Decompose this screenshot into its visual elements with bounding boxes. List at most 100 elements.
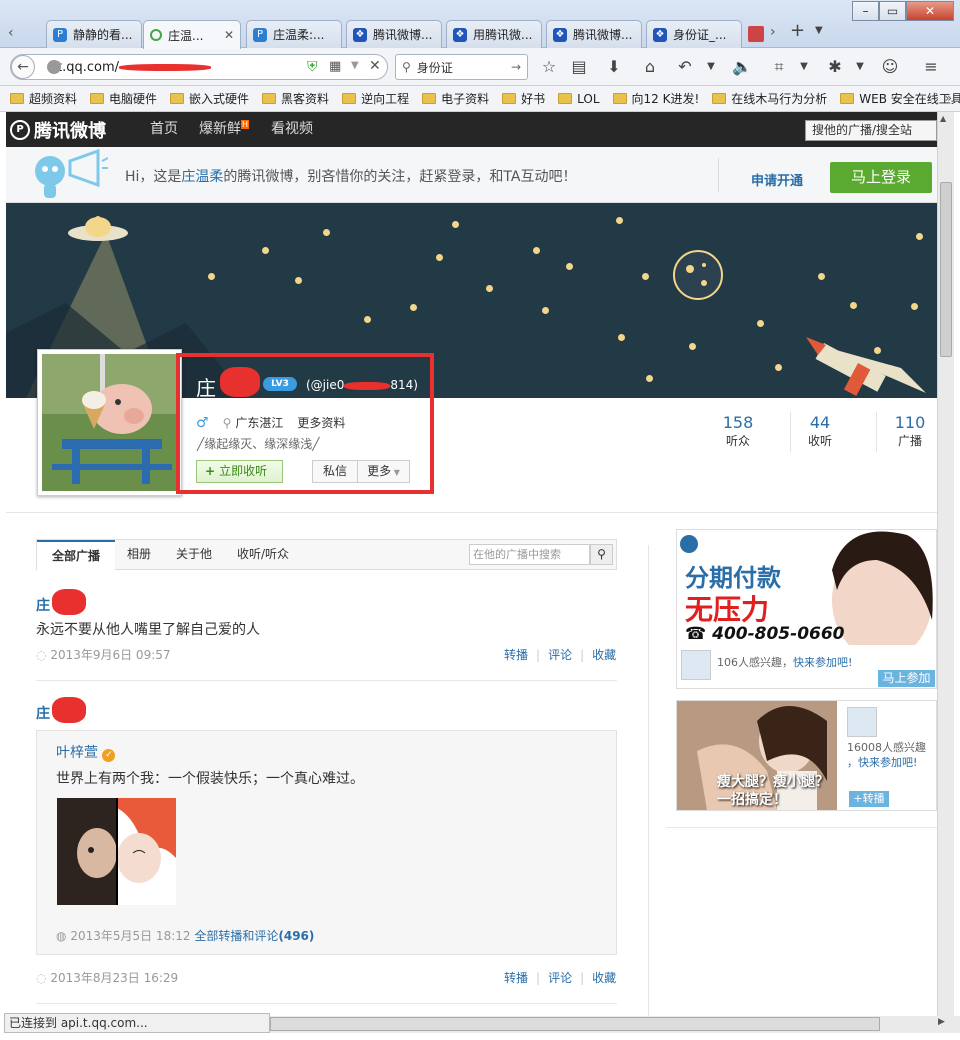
menu-icon[interactable]: ≡ [920,56,942,78]
scrollbar-thumb[interactable] [270,1017,880,1031]
bug-icon[interactable]: ✱ [824,56,846,78]
vertical-scrollbar[interactable]: ▲ [937,112,954,1017]
scroll-up-icon[interactable]: ▲ [940,114,946,123]
bookmark-folder[interactable]: 嵌入式硬件 [170,90,249,107]
tab-5[interactable]: ❖ 用腾讯微... [446,20,542,48]
promo-user-link[interactable]: 庄温柔 [181,169,223,185]
bookmark-star-icon[interactable]: ☆ [538,56,560,78]
repost-button[interactable]: +转播 [849,791,889,807]
comment-link[interactable]: 评论 [548,971,572,985]
minimize-button[interactable]: – [852,1,879,21]
bookmark-folder[interactable]: 黑客资料 [262,90,329,107]
shield-icon[interactable]: ⛨ [307,59,318,75]
tab-7[interactable]: ❖ 身份证_... [646,20,742,48]
tab-all-posts[interactable]: 全部广播 [37,540,115,570]
bookmark-folder[interactable]: 在线木马行为分析 [712,90,827,107]
tab-scroll-right-icon[interactable]: › [770,24,776,40]
dropdown-icon[interactable]: ▼ [351,60,359,71]
favorite-link[interactable]: 收藏 [592,971,616,985]
site-logo[interactable]: P 腾讯微博 [10,118,106,142]
crop-dropdown-icon[interactable]: ▼ [793,56,815,78]
bookmark-folder[interactable]: 电脑硬件 [90,90,157,107]
ad-cta-link[interactable]: ，快来参加吧! [847,754,917,770]
back-arrow-icon[interactable]: ← [11,55,35,79]
search-input[interactable]: 身份证 [417,59,453,76]
tab-about[interactable]: 关于他 [176,540,212,569]
comment-link[interactable]: 评论 [548,648,572,662]
tab-list-icon[interactable]: ▼ [815,25,823,36]
stat-listeners[interactable]: 158 听众 [708,413,768,449]
search-go-icon[interactable]: → [511,60,521,74]
repost-link[interactable]: 转播 [504,648,528,662]
tab-following-listeners[interactable]: 收听/听众 [237,540,289,569]
repost-time-link[interactable]: 2013年5月5日 18:12 [70,929,190,943]
scroll-right-icon[interactable]: ▶ [938,1017,945,1027]
bookmark-folder[interactable]: 超频资料 [10,90,77,107]
bookmark-folder[interactable]: LOL [558,92,600,106]
url-bar[interactable]: ← t.qq.com/ ⛨ ▦ ▼ ✕ [10,54,388,80]
horizontal-scrollbar[interactable]: ▶ [270,1016,960,1033]
smiley-icon[interactable]: ☺ [879,56,901,78]
tab-4[interactable]: ❖ 腾讯微博... [346,20,442,48]
ad-installment[interactable]: 分期付款 无压力 ☎ 400-805-0660 106人感兴趣，快来参加吧! 马… [676,529,937,689]
site-search-input[interactable]: 搜他的广播/搜全站 [805,120,937,141]
more-info-link[interactable]: 更多资料 [297,414,345,431]
download-icon[interactable]: ⬇ [603,56,625,78]
tab-scroll-left-icon[interactable]: ‹ [8,25,14,41]
home-icon[interactable]: ⌂ [639,56,661,78]
stat-posts[interactable]: 110 广播 [880,413,937,449]
login-button[interactable]: 马上登录 [830,162,932,193]
avatar[interactable] [37,349,182,496]
volume-icon[interactable]: 🔈 [731,56,753,78]
stat-following[interactable]: 44 收听 [792,413,848,449]
post-author[interactable]: 庄 [36,595,50,615]
post-time-link[interactable]: 2013年8月23日 16:29 [50,971,178,985]
repost-link[interactable]: 转播 [504,971,528,985]
search-bar[interactable]: ⚲ 身份证 → [395,54,528,80]
ad-slim-legs[interactable]: 瘦大腿？瘦小腿？ 一招搞定！ 16008人感兴趣 ，快来参加吧! +转播 [676,700,937,811]
search-icon[interactable]: ⚲ [590,544,613,565]
nav-home[interactable]: 首页 [150,112,178,147]
follow-button[interactable]: + 立即收听 [196,460,283,483]
tab-1[interactable]: P 静静的看... [46,20,142,48]
maximize-button[interactable]: ▭ [879,1,906,21]
bookmark-folder[interactable]: WEB 安全在线工具 [840,90,960,107]
undo-icon[interactable]: ↶ [674,56,696,78]
apply-link[interactable]: 申请开通 [751,170,803,189]
favorite-link[interactable]: 收藏 [592,648,616,662]
close-tab-icon[interactable]: ✕ [224,28,234,42]
undo-dropdown-icon[interactable]: ▼ [700,56,722,78]
tab-3[interactable]: P 庄温柔:... [246,20,342,48]
tab-6[interactable]: ❖ 腾讯微博... [546,20,642,48]
p-icon: P [53,27,67,42]
level-badge[interactable]: LV3 [263,377,297,391]
tab-album[interactable]: 相册 [127,540,151,569]
close-window-button[interactable]: ✕ [906,1,954,21]
ad-cta-link[interactable]: 快来参加吧! [793,656,852,669]
clear-url-icon[interactable]: ✕ [369,58,381,74]
post-time-link[interactable]: 2013年9月6日 09:57 [50,648,170,662]
bookmark-folder[interactable]: 向12 K进发! [612,90,699,107]
tab-2-active[interactable]: 庄温... ✕ [143,20,241,49]
reading-list-icon[interactable]: ▤ [568,56,590,78]
repost-image[interactable] [57,798,176,905]
nav-video[interactable]: 看视频 [271,112,313,147]
tab-overflow-icon[interactable] [748,26,764,42]
scrollbar-thumb[interactable] [940,182,952,357]
qr-code-icon[interactable]: ▦ [329,59,341,74]
bookmarks-overflow-icon[interactable]: » [945,91,952,105]
more-button[interactable]: 更多 ▼ [357,460,410,483]
repost-author[interactable]: 叶梓萱 ✓ [56,742,116,762]
new-tab-icon[interactable]: + [790,20,805,41]
bookmark-folder[interactable]: 电子资料 [422,90,489,107]
message-button[interactable]: 私信 [312,460,358,483]
post-author[interactable]: 庄 [36,703,50,723]
nav-hot[interactable]: 爆新鲜H [199,112,250,147]
all-reposts-link[interactable]: 全部转播和评论 [194,929,278,943]
join-button[interactable]: 马上参加 [878,670,935,687]
bookmark-folder[interactable]: 逆向工程 [342,90,409,107]
bug-dropdown-icon[interactable]: ▼ [849,56,871,78]
profile-search-input[interactable]: 在他的广播中搜索 [469,544,590,565]
crop-icon[interactable]: ⌗ [768,56,790,78]
bookmark-folder[interactable]: 好书 [502,90,545,107]
